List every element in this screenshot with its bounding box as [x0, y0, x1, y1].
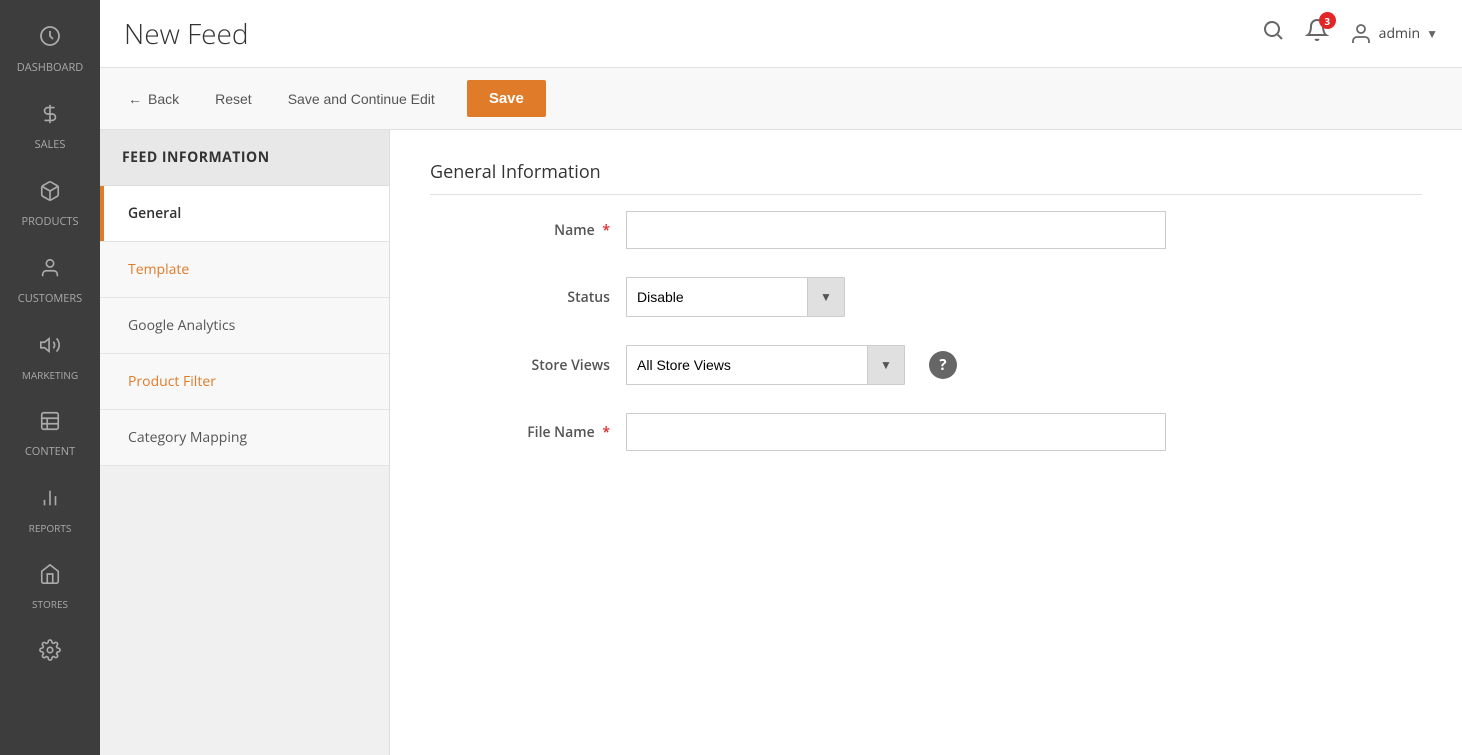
- form-area: General Information Name * Status Disabl…: [390, 130, 1462, 755]
- file-name-label: File Name *: [430, 423, 610, 442]
- sidebar-item-marketing[interactable]: MARKETING: [0, 320, 100, 396]
- dollar-icon: [39, 103, 61, 131]
- reset-label: Reset: [215, 91, 252, 107]
- stores-icon: [39, 563, 61, 591]
- nav-item-product-filter[interactable]: Product Filter: [100, 354, 389, 410]
- status-label: Status: [430, 288, 610, 307]
- status-select-wrapper: Disable Enable ▼: [626, 277, 845, 317]
- sidebar-item-label: STORES: [32, 597, 68, 611]
- content-icon: [39, 410, 61, 438]
- sidebar-item-products[interactable]: PRODUCTS: [0, 166, 100, 243]
- sidebar-item-label: CONTENT: [25, 444, 75, 459]
- page-title: New Feed: [124, 15, 249, 53]
- left-panel: FEED INFORMATION General Template Google…: [100, 130, 390, 755]
- sidebar-item-label: SALES: [35, 137, 66, 152]
- store-views-select-wrapper: All Store Views ▼: [626, 345, 905, 385]
- store-views-select[interactable]: All Store Views: [627, 346, 867, 384]
- chevron-down-icon: ▼: [1426, 25, 1438, 42]
- save-continue-button[interactable]: Save and Continue Edit: [284, 85, 439, 113]
- box-icon: [39, 180, 61, 208]
- status-select-arrow[interactable]: ▼: [807, 278, 844, 316]
- gear-icon: [39, 639, 61, 667]
- nav-item-label: Google Analytics: [128, 316, 235, 335]
- save-label: Save: [489, 90, 524, 107]
- back-button[interactable]: ← Back: [124, 85, 183, 113]
- megaphone-icon: [39, 334, 61, 362]
- nav-item-google-analytics[interactable]: Google Analytics: [100, 298, 389, 354]
- header-actions: 3 admin ▼: [1261, 18, 1438, 49]
- file-name-input[interactable]: [626, 413, 1166, 451]
- nav-item-label: Template: [128, 260, 189, 279]
- required-indicator: *: [602, 423, 610, 442]
- form-section-title: General Information: [430, 160, 1422, 195]
- dashboard-icon: [38, 24, 62, 54]
- sidebar-item-label: REPORTS: [29, 521, 72, 535]
- name-input[interactable]: [626, 211, 1166, 249]
- sidebar-item-content[interactable]: CONTENT: [0, 396, 100, 473]
- nav-item-label: Product Filter: [128, 372, 216, 391]
- nav-item-label: Category Mapping: [128, 428, 247, 447]
- main-content: New Feed 3 admin: [100, 0, 1462, 755]
- file-name-field-row: File Name *: [430, 413, 1422, 451]
- sidebar-item-stores[interactable]: STORES: [0, 549, 100, 625]
- required-indicator: *: [602, 221, 610, 240]
- name-label: Name *: [430, 221, 610, 240]
- sidebar-item-label: MARKETING: [22, 368, 78, 382]
- notifications-icon[interactable]: 3: [1305, 18, 1329, 49]
- panel-section-title: FEED INFORMATION: [100, 130, 389, 186]
- nav-item-general[interactable]: General: [100, 186, 389, 242]
- sidebar-item-label: DASHBOARD: [17, 60, 83, 75]
- status-select[interactable]: Disable Enable: [627, 278, 807, 316]
- page-header: New Feed 3 admin: [100, 0, 1462, 68]
- sidebar-item-customers[interactable]: CUSTOMERS: [0, 243, 100, 320]
- store-views-select-arrow[interactable]: ▼: [867, 346, 904, 384]
- back-label: Back: [148, 91, 179, 107]
- name-field-row: Name *: [430, 211, 1422, 249]
- content-area: FEED INFORMATION General Template Google…: [100, 130, 1462, 755]
- admin-label: admin: [1379, 24, 1420, 43]
- back-arrow-icon: ←: [128, 91, 142, 107]
- sidebar: DASHBOARD SALES PRODUCTS CUSTOME: [0, 0, 100, 755]
- store-views-field-row: Store Views All Store Views ▼ ?: [430, 345, 1422, 385]
- search-icon[interactable]: [1261, 18, 1285, 49]
- reset-button[interactable]: Reset: [211, 85, 256, 113]
- nav-item-template[interactable]: Template: [100, 242, 389, 298]
- user-icon: [39, 257, 61, 285]
- toolbar: ← Back Reset Save and Continue Edit Save: [100, 68, 1462, 130]
- notification-badge: 3: [1319, 12, 1336, 29]
- save-continue-label: Save and Continue Edit: [288, 91, 435, 107]
- sidebar-item-reports[interactable]: REPORTS: [0, 473, 100, 549]
- sidebar-item-label: PRODUCTS: [22, 214, 79, 229]
- save-button[interactable]: Save: [467, 80, 546, 117]
- status-field-row: Status Disable Enable ▼: [430, 277, 1422, 317]
- admin-user-menu[interactable]: admin ▼: [1349, 22, 1438, 46]
- sidebar-item-system[interactable]: [0, 625, 100, 681]
- sidebar-item-dashboard[interactable]: DASHBOARD: [0, 10, 100, 89]
- nav-item-category-mapping[interactable]: Category Mapping: [100, 410, 389, 466]
- store-views-label: Store Views: [430, 356, 610, 375]
- sidebar-item-sales[interactable]: SALES: [0, 89, 100, 166]
- nav-item-label: General: [128, 204, 181, 223]
- reports-icon: [39, 487, 61, 515]
- sidebar-item-label: CUSTOMERS: [18, 291, 82, 306]
- store-views-help-icon[interactable]: ?: [929, 351, 957, 379]
